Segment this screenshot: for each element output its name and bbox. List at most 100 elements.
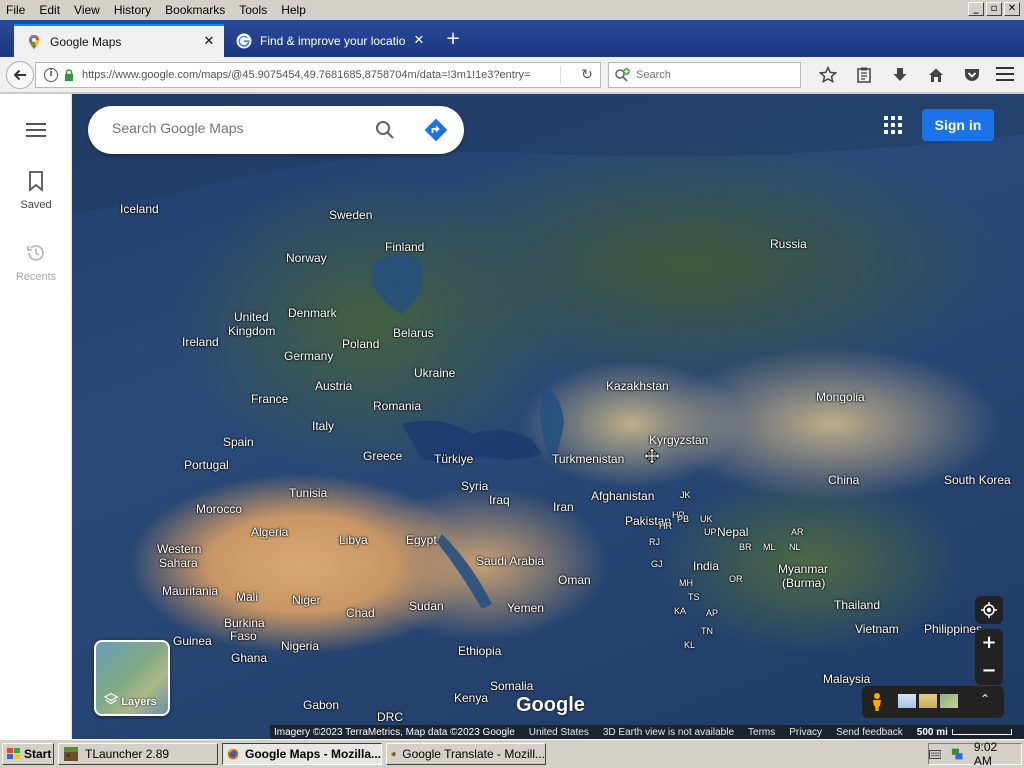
restore-button[interactable]: ▫ [986,2,1002,16]
map-place-label[interactable]: Norway [286,251,327,265]
map-state-label[interactable]: AP [706,608,718,618]
map-place-label[interactable]: Niger [292,593,321,607]
map-place-label[interactable]: Faso [230,629,257,643]
tab-find-improve[interactable]: Find & improve your location's... ✕ [224,24,434,57]
map-place-label[interactable]: Sweden [329,208,372,222]
menu-help[interactable]: Help [274,0,313,20]
search-icon[interactable] [375,120,395,140]
open-menu-icon[interactable] [996,67,1014,83]
map-place-label[interactable]: Chad [346,606,375,620]
menu-hamburger-icon[interactable] [26,123,46,137]
map-place-label[interactable]: Germany [284,349,333,363]
map-place-label[interactable]: Spain [223,435,254,449]
map-place-label[interactable]: Vietnam [855,622,899,636]
map-state-label[interactable]: KA [674,606,686,616]
map-place-label[interactable]: Belarus [393,326,434,340]
map-place-label[interactable]: Mali [236,590,258,604]
close-tab-icon[interactable]: ✕ [412,33,426,48]
google-apps-icon[interactable] [884,116,902,134]
map-place-label[interactable]: Portugal [184,458,229,472]
map-state-label[interactable]: ML [763,542,776,552]
map-place-label[interactable]: Morocco [196,502,242,516]
map-state-label[interactable]: UK [700,514,713,524]
menu-file[interactable]: File [0,0,32,20]
back-button[interactable] [6,61,34,89]
close-window-button[interactable]: ✕ [1004,2,1020,16]
map-place-label[interactable]: Ireland [182,335,219,349]
map-state-label[interactable]: UP [704,527,717,537]
map-place-label[interactable]: Mongolia [816,390,865,404]
taskbar-item-google-maps[interactable]: Google Maps - Mozilla... [222,743,382,765]
map-place-label[interactable]: Guinea [173,634,212,648]
url-input[interactable] [82,69,552,81]
clock[interactable]: 9:02 AM [974,740,1013,768]
keyboard-icon[interactable] [929,748,942,760]
menu-tools[interactable]: Tools [232,0,274,20]
map-state-label[interactable]: OR [729,574,743,584]
map-place-label[interactable]: Romania [373,399,421,413]
url-dropdown[interactable] [560,66,574,84]
menu-history[interactable]: History [107,0,158,20]
map-place-label[interactable]: Western [157,542,201,556]
map-place-label[interactable]: Libya [339,533,368,547]
map-state-label[interactable]: MH [679,578,693,588]
map-place-label[interactable]: Kingdom [228,324,275,338]
map-state-label[interactable]: AR [791,527,804,537]
map-place-label[interactable]: Somalia [490,679,533,693]
map-place-label[interactable]: Tunisia [289,486,327,500]
map-state-label[interactable]: KL [684,640,695,650]
pegman-icon[interactable] [870,692,884,712]
map-state-label[interactable]: NL [789,542,801,552]
map-place-label[interactable]: Greece [363,449,402,463]
country-link[interactable]: United States [529,727,589,738]
map-thumbnail-default[interactable] [898,694,916,708]
map-place-label[interactable]: Mauritania [162,584,218,598]
bookmark-star-button[interactable] [810,63,846,87]
map-thumbnail-terrain[interactable] [919,694,937,708]
sidebar-item-saved[interactable]: Saved [0,170,72,211]
directions-icon[interactable] [424,118,448,142]
pocket-button[interactable] [954,63,990,87]
home-button[interactable] [918,63,954,87]
map-place-label[interactable]: Ghana [231,651,267,665]
close-tab-icon[interactable]: ✕ [202,34,216,49]
map-state-label[interactable]: JK [680,490,691,500]
map-place-label[interactable]: Egypt [406,533,437,547]
map-state-label[interactable]: TN [701,626,713,636]
map-place-label[interactable]: Austria [315,379,352,393]
privacy-link[interactable]: Privacy [789,727,822,738]
map-place-label[interactable]: Thailand [834,598,880,612]
map-place-label[interactable]: Syria [461,479,488,493]
map-place-label[interactable]: Burkina [224,616,265,630]
zoom-out-button[interactable]: − [975,657,1003,685]
reading-list-button[interactable] [846,63,882,87]
taskbar-item-tlauncher[interactable]: TLauncher 2.89 [58,743,218,765]
map-place-label[interactable]: France [251,392,288,406]
menu-view[interactable]: View [67,0,107,20]
map-place-label[interactable]: Gabon [303,698,339,712]
map-place-label[interactable]: Finland [385,240,424,254]
sidebar-item-recents[interactable]: Recents [0,242,72,283]
map-state-label[interactable]: RJ [649,537,660,547]
map-state-label[interactable]: TS [688,592,700,602]
map-state-label[interactable]: GJ [651,559,663,569]
map-place-label[interactable]: Iceland [120,202,159,216]
layers-button[interactable]: Layers [94,640,170,716]
address-bar[interactable]: i ↻ [35,62,601,88]
map-place-label[interactable]: Kenya [454,691,488,705]
map-place-label[interactable]: Malaysia [823,672,870,686]
my-location-button[interactable] [975,596,1003,624]
map-place-label[interactable]: DRC [377,710,403,724]
map-place-label[interactable]: Turkmenistan [552,452,624,466]
map-place-label[interactable]: Denmark [288,306,337,320]
map-state-label[interactable]: PB [677,514,689,524]
map-place-label[interactable]: Sahara [159,556,198,570]
map-place-label[interactable]: Saudi Arabia [476,554,544,568]
network-icon[interactable] [951,747,963,761]
map-place-label[interactable]: Myanmar [778,562,828,576]
map-state-label[interactable]: BR [739,542,752,552]
taskbar-item-google-translate[interactable]: Google Translate - Mozill... [386,743,546,765]
map-thumbnail-satellite[interactable] [940,694,958,708]
start-button[interactable]: Start [2,743,54,765]
downloads-button[interactable] [882,63,918,87]
